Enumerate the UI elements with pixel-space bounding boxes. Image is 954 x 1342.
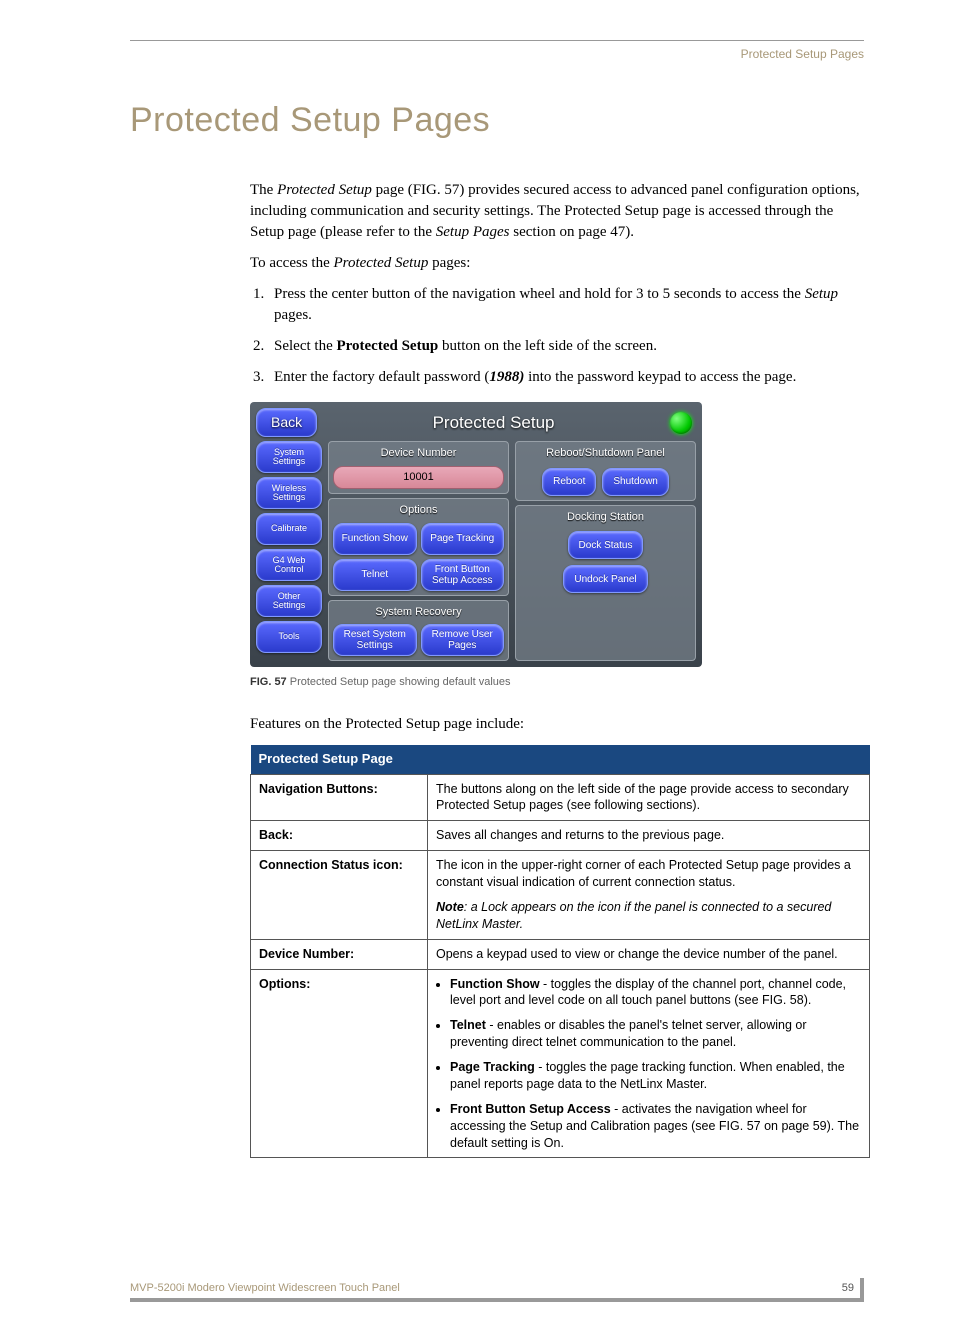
row-back-label: Back: [251, 821, 428, 851]
sidebar-tools[interactable]: Tools [256, 621, 322, 653]
row-nav-label: Navigation Buttons: [251, 774, 428, 821]
step-1: Press the center button of the navigatio… [268, 284, 864, 326]
panel-title: Protected Setup [317, 411, 670, 435]
telnet-button[interactable]: Telnet [333, 559, 417, 591]
reset-system-settings-button[interactable]: Reset System Settings [333, 624, 417, 656]
dock-status-button[interactable]: Dock Status [568, 531, 644, 559]
back-button[interactable]: Back [256, 408, 317, 437]
row-devnum-label: Device Number: [251, 939, 428, 969]
row-devnum-desc: Opens a keypad used to view or change th… [428, 939, 870, 969]
page-tracking-button[interactable]: Page Tracking [421, 523, 505, 555]
step-3: Enter the factory default password (1988… [268, 367, 864, 388]
features-intro: Features on the Protected Setup page inc… [250, 714, 864, 735]
table-row: Back: Saves all changes and returns to t… [251, 821, 870, 851]
footer-product: MVP-5200i Modero Viewpoint Widescreen To… [130, 1282, 400, 1294]
row-back-desc: Saves all changes and returns to the pre… [428, 821, 870, 851]
sidebar-calibrate[interactable]: Calibrate [256, 513, 322, 545]
front-button-setup-access-button[interactable]: Front Button Setup Access [421, 559, 505, 591]
reboot-shutdown-label: Reboot/Shutdown Panel [520, 446, 691, 461]
sidebar-system-settings[interactable]: System Settings [256, 441, 322, 473]
function-show-button[interactable]: Function Show [333, 523, 417, 555]
table-row: Options: Function Show - toggles the dis… [251, 969, 870, 1158]
row-conn-desc: The icon in the upper-right corner of ea… [428, 851, 870, 940]
protected-setup-table: Protected Setup Page Navigation Buttons:… [250, 745, 870, 1158]
connection-status-icon [670, 412, 692, 434]
shutdown-button[interactable]: Shutdown [602, 468, 668, 496]
device-number-label: Device Number [333, 446, 504, 461]
table-row: Connection Status icon: The icon in the … [251, 851, 870, 940]
system-recovery-label: System Recovery [333, 605, 504, 620]
figure-caption: FIG. 57 Protected Setup page showing def… [250, 675, 864, 690]
table-row: Navigation Buttons: The buttons along on… [251, 774, 870, 821]
docking-station-label: Docking Station [520, 510, 691, 525]
row-options-desc: Function Show - toggles the display of t… [428, 969, 870, 1158]
page-title: Protected Setup Pages [130, 101, 864, 140]
intro-paragraph-2: To access the Protected Setup pages: [250, 253, 864, 274]
running-header: Protected Setup Pages [130, 47, 864, 61]
sidebar-wireless-settings[interactable]: Wireless Settings [256, 477, 322, 509]
table-header: Protected Setup Page [251, 745, 870, 774]
step-2: Select the Protected Setup button on the… [268, 336, 864, 357]
intro-paragraph-1: The Protected Setup page (FIG. 57) provi… [250, 180, 864, 243]
protected-setup-screenshot: Back Protected Setup System Settings Wir… [250, 402, 702, 667]
row-conn-label: Connection Status icon: [251, 851, 428, 940]
sidebar-g4-web-control[interactable]: G4 Web Control [256, 549, 322, 581]
table-row: Device Number: Opens a keypad used to vi… [251, 939, 870, 969]
remove-user-pages-button[interactable]: Remove User Pages [421, 624, 505, 656]
options-label: Options [333, 503, 504, 518]
sidebar-other-settings[interactable]: Other Settings [256, 585, 322, 617]
device-number-field[interactable]: 10001 [333, 466, 504, 489]
reboot-button[interactable]: Reboot [542, 468, 596, 496]
footer-page-number: 59 [842, 1282, 854, 1294]
undock-panel-button[interactable]: Undock Panel [563, 565, 647, 593]
row-nav-desc: The buttons along on the left side of th… [428, 774, 870, 821]
steps-list: Press the center button of the navigatio… [250, 284, 864, 388]
row-options-label: Options: [251, 969, 428, 1158]
